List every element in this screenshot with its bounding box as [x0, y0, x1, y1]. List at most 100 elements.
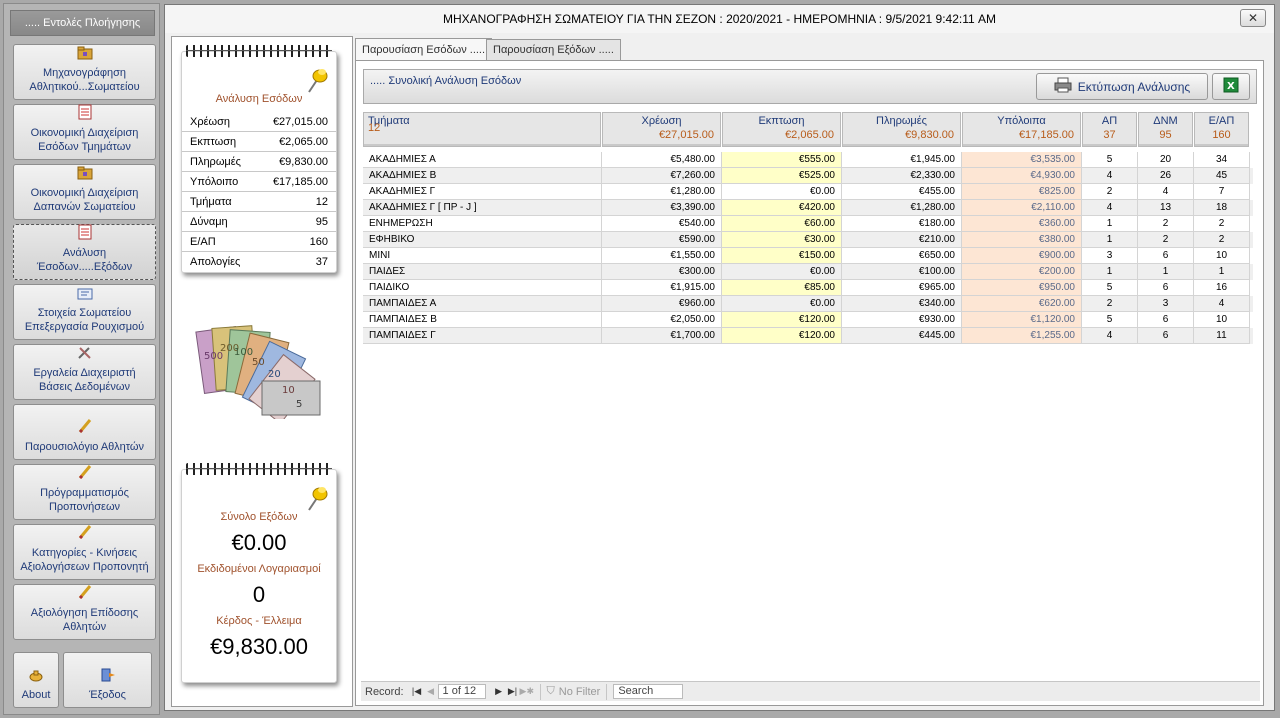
- table-row[interactable]: ΑΚΑΔΗΜΙΕΣ Α €5,480.00 €555.00 €1,945.00 €3,5…: [363, 152, 1253, 168]
- discount-cell[interactable]: €85.00: [722, 280, 842, 296]
- department-cell[interactable]: ΑΚΑΔΗΜΙΕΣ Β: [363, 168, 602, 184]
- discount-cell[interactable]: €555.00: [722, 152, 842, 168]
- discount-cell[interactable]: €0.00: [722, 184, 842, 200]
- dnm-cell[interactable]: 1: [1138, 264, 1194, 280]
- column-header-discount[interactable]: Εκπτωση €2,065.00: [722, 112, 841, 147]
- nav-button-club-computerization[interactable]: Μηχανογράφηση Αθλητικού...Σωματείου: [13, 44, 156, 100]
- eap-cell[interactable]: 45: [1194, 168, 1250, 184]
- eap-cell[interactable]: 4: [1194, 296, 1250, 312]
- dnm-cell[interactable]: 13: [1138, 200, 1194, 216]
- column-header-payments[interactable]: Πληρωμές €9,830.00: [842, 112, 961, 147]
- balance-cell[interactable]: €200.00: [962, 264, 1082, 280]
- balance-cell[interactable]: €3,535.00: [962, 152, 1082, 168]
- first-record-icon[interactable]: |◀: [410, 686, 424, 697]
- nav-button-athlete-evaluation[interactable]: Αξιολόγηση Επίδοσης Αθλητών: [13, 584, 156, 640]
- payments-cell[interactable]: €180.00: [842, 216, 962, 232]
- ap-cell[interactable]: 5: [1082, 312, 1138, 328]
- eap-cell[interactable]: 18: [1194, 200, 1250, 216]
- balance-cell[interactable]: €360.00: [962, 216, 1082, 232]
- dnm-cell[interactable]: 3: [1138, 296, 1194, 312]
- balance-cell[interactable]: €380.00: [962, 232, 1082, 248]
- department-cell[interactable]: ΑΚΑΔΗΜΙΕΣ Γ: [363, 184, 602, 200]
- previous-record-icon[interactable]: ◀: [424, 686, 438, 697]
- close-button[interactable]: ✕: [1240, 9, 1266, 27]
- dnm-cell[interactable]: 26: [1138, 168, 1194, 184]
- department-cell[interactable]: ΑΚΑΔΗΜΙΕΣ Α: [363, 152, 602, 168]
- department-cell[interactable]: ΕΝΗΜΕΡΩΣΗ: [363, 216, 602, 232]
- table-row[interactable]: ΠΑΜΠΑΙΔΕΣ Γ €1,700.00 €120.00 €445.00 €1,255…: [363, 328, 1253, 344]
- column-header-eap[interactable]: Ε/ΑΠ 160: [1194, 112, 1249, 147]
- charge-cell[interactable]: €1,915.00: [602, 280, 722, 296]
- nav-button-income-expense-analysis[interactable]: Ανάλυση Έσοδων.....Εξόδων: [13, 224, 156, 280]
- table-row[interactable]: ΠΑΜΠΑΙΔΕΣ Α €960.00 €0.00 €340.00 €620.00 2 3 4: [363, 296, 1253, 312]
- balance-cell[interactable]: €950.00: [962, 280, 1082, 296]
- eap-cell[interactable]: 2: [1194, 232, 1250, 248]
- nav-button-club-details[interactable]: Στοιχεία Σωματείου Επεξεργασία Ρουχισμού: [13, 284, 156, 340]
- last-record-icon[interactable]: ▶|: [506, 686, 520, 697]
- dnm-cell[interactable]: 6: [1138, 248, 1194, 264]
- nav-button-income-management[interactable]: Οικονομική Διαχείριση Εσόδων Τμημάτων: [13, 104, 156, 160]
- payments-cell[interactable]: €1,945.00: [842, 152, 962, 168]
- eap-cell[interactable]: 2: [1194, 216, 1250, 232]
- search-input[interactable]: Search: [613, 684, 684, 699]
- table-row[interactable]: ΑΚΑΔΗΜΙΕΣ Β €7,260.00 €525.00 €2,330.00 €4,9…: [363, 168, 1253, 184]
- eap-cell[interactable]: 10: [1194, 248, 1250, 264]
- table-row[interactable]: ΕΝΗΜΕΡΩΣΗ €540.00 €60.00 €180.00 €360.00 1 2 2: [363, 216, 1253, 232]
- print-analysis-button[interactable]: Εκτύπωση Ανάλυσης: [1036, 73, 1208, 100]
- discount-cell[interactable]: €30.00: [722, 232, 842, 248]
- nav-button-attendance[interactable]: Παρουσιολόγιο Αθλητών: [13, 404, 156, 460]
- eap-cell[interactable]: 34: [1194, 152, 1250, 168]
- discount-cell[interactable]: €120.00: [722, 312, 842, 328]
- column-header-balance[interactable]: Υπόλοιπα €17,185.00: [962, 112, 1081, 147]
- tab-income-presentation[interactable]: Παρουσίαση Εσόδων .....: [355, 38, 493, 60]
- balance-cell[interactable]: €4,930.00: [962, 168, 1082, 184]
- charge-cell[interactable]: €590.00: [602, 232, 722, 248]
- payments-cell[interactable]: €2,330.00: [842, 168, 962, 184]
- table-row[interactable]: ΑΚΑΔΗΜΙΕΣ Γ €1,280.00 €0.00 €455.00 €825.00 2…: [363, 184, 1253, 200]
- payments-cell[interactable]: €445.00: [842, 328, 962, 344]
- department-cell[interactable]: ΕΦΗΒΙΚΟ: [363, 232, 602, 248]
- table-row[interactable]: ΠΑΜΠΑΙΔΕΣ Β €2,050.00 €120.00 €930.00 €1,120…: [363, 312, 1253, 328]
- department-cell[interactable]: ΜΙΝΙ: [363, 248, 602, 264]
- eap-cell[interactable]: 11: [1194, 328, 1250, 344]
- column-header-dnm[interactable]: ΔΝΜ 95: [1138, 112, 1193, 147]
- eap-cell[interactable]: 10: [1194, 312, 1250, 328]
- payments-cell[interactable]: €210.00: [842, 232, 962, 248]
- discount-cell[interactable]: €150.00: [722, 248, 842, 264]
- balance-cell[interactable]: €1,120.00: [962, 312, 1082, 328]
- charge-cell[interactable]: €960.00: [602, 296, 722, 312]
- balance-cell[interactable]: €900.00: [962, 248, 1082, 264]
- ap-cell[interactable]: 1: [1082, 264, 1138, 280]
- balance-cell[interactable]: €620.00: [962, 296, 1082, 312]
- dnm-cell[interactable]: 2: [1138, 216, 1194, 232]
- department-cell[interactable]: ΠΑΜΠΑΙΔΕΣ Α: [363, 296, 602, 312]
- payments-cell[interactable]: €100.00: [842, 264, 962, 280]
- ap-cell[interactable]: 4: [1082, 328, 1138, 344]
- discount-cell[interactable]: €0.00: [722, 296, 842, 312]
- payments-cell[interactable]: €930.00: [842, 312, 962, 328]
- column-header-ap[interactable]: ΑΠ 37: [1082, 112, 1137, 147]
- discount-cell[interactable]: €0.00: [722, 264, 842, 280]
- department-cell[interactable]: ΑΚΑΔΗΜΙΕΣ Γ [ ΠΡ - J ]: [363, 200, 602, 216]
- ap-cell[interactable]: 4: [1082, 200, 1138, 216]
- next-record-icon[interactable]: ▶: [492, 686, 506, 697]
- balance-cell[interactable]: €1,255.00: [962, 328, 1082, 344]
- dnm-cell[interactable]: 6: [1138, 328, 1194, 344]
- nav-button-coach-evaluation-categories[interactable]: Κατηγορίες - Κινήσεις Αξιολογήσεων Προπο…: [13, 524, 156, 580]
- charge-cell[interactable]: €5,480.00: [602, 152, 722, 168]
- table-row[interactable]: ΠΑΙΔΙΚΟ €1,915.00 €85.00 €965.00 €950.00 5 6 16: [363, 280, 1253, 296]
- ap-cell[interactable]: 5: [1082, 152, 1138, 168]
- current-record-field[interactable]: 1 of 12: [437, 684, 486, 699]
- charge-cell[interactable]: €1,550.00: [602, 248, 722, 264]
- charge-cell[interactable]: €7,260.00: [602, 168, 722, 184]
- charge-cell[interactable]: €540.00: [602, 216, 722, 232]
- ap-cell[interactable]: 2: [1082, 184, 1138, 200]
- charge-cell[interactable]: €2,050.00: [602, 312, 722, 328]
- charge-cell[interactable]: €3,390.00: [602, 200, 722, 216]
- nav-button-admin-tools[interactable]: Εργαλεία Διαχειριστή Βάσεις Δεδομένων: [13, 344, 156, 400]
- table-row[interactable]: ΠΑΙΔΕΣ €300.00 €0.00 €100.00 €200.00 1 1 1: [363, 264, 1253, 280]
- exit-button[interactable]: Έξοδος: [63, 652, 152, 708]
- eap-cell[interactable]: 16: [1194, 280, 1250, 296]
- eap-cell[interactable]: 1: [1194, 264, 1250, 280]
- payments-cell[interactable]: €340.00: [842, 296, 962, 312]
